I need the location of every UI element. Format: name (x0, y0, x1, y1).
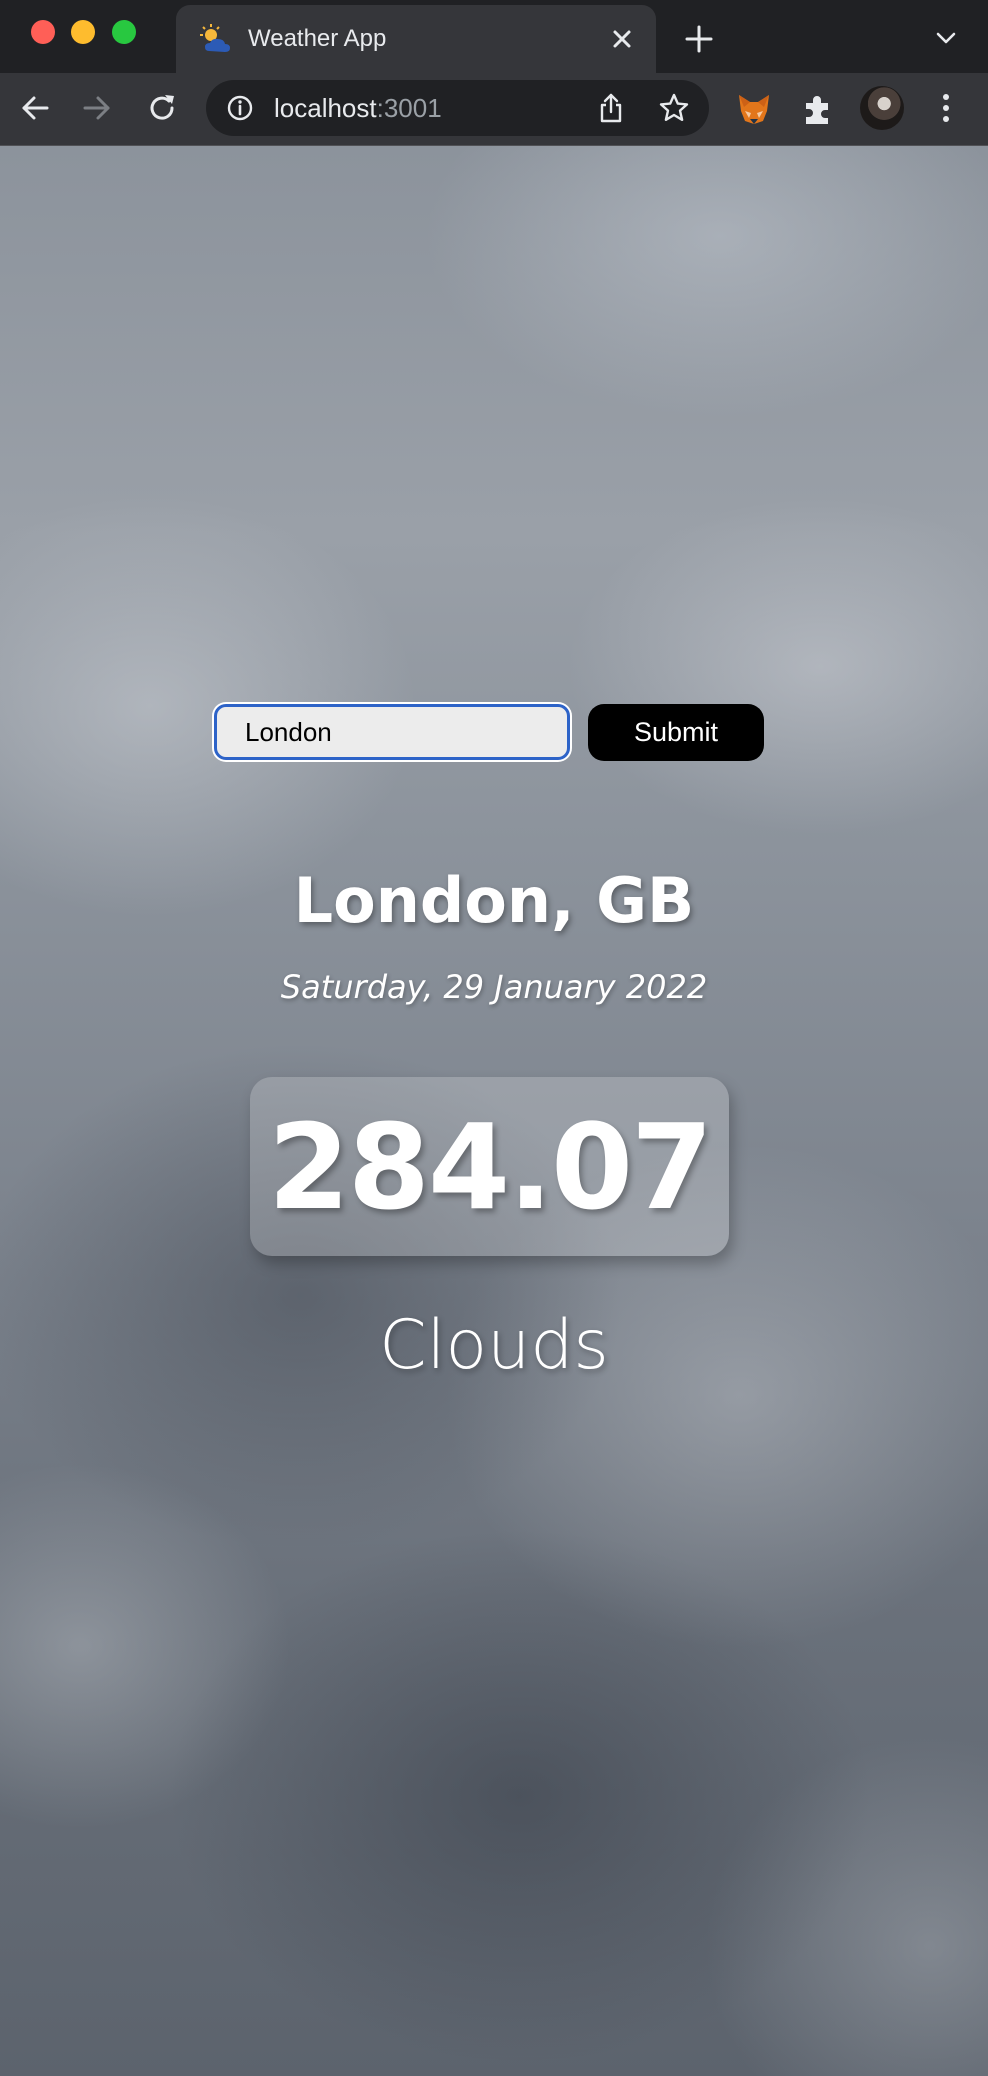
weather-sun-cloud-icon (200, 24, 230, 52)
maximize-window-button[interactable] (112, 20, 136, 44)
reload-icon[interactable] (145, 91, 179, 125)
url-host: localhost (274, 93, 377, 123)
browser-window: Weather App localhost:3001 London Submit… (0, 0, 988, 2076)
address-bar[interactable]: localhost:3001 (206, 80, 709, 136)
weather-page: Submit London, GB Saturday, 29 January 2… (0, 146, 988, 2076)
submit-button[interactable]: Submit (588, 704, 764, 761)
temperature-card: 284.07 (250, 1077, 729, 1256)
url-text: localhost:3001 (274, 93, 442, 124)
temperature-value: 284.07 (267, 1098, 713, 1236)
forward-arrow-icon[interactable] (80, 91, 114, 125)
tab-weather-app[interactable]: Weather App (176, 5, 656, 73)
profile-avatar[interactable] (860, 86, 904, 130)
info-icon[interactable] (226, 94, 254, 122)
fox-extension-icon[interactable] (736, 91, 772, 127)
close-icon[interactable] (608, 25, 636, 53)
browser-toolbar: localhost:3001 (0, 73, 988, 146)
share-icon[interactable] (596, 92, 626, 124)
location-heading: London, GB (293, 864, 695, 937)
star-icon[interactable] (658, 92, 690, 124)
tab-title: Weather App (248, 25, 387, 52)
date-text: Saturday, 29 January 2022 (280, 968, 708, 1006)
close-window-button[interactable] (31, 20, 55, 44)
city-search-input[interactable] (214, 704, 570, 760)
new-tab-plus-icon[interactable] (684, 24, 714, 54)
kebab-menu-icon[interactable] (930, 90, 962, 126)
back-arrow-icon[interactable] (18, 91, 52, 125)
url-port: :3001 (376, 93, 442, 123)
puzzle-icon[interactable] (800, 91, 836, 127)
search-form: Submit (214, 704, 764, 764)
weather-condition: Clouds (379, 1306, 609, 1385)
minimize-window-button[interactable] (71, 20, 95, 44)
tab-strip: Weather App (0, 0, 988, 73)
chevron-down-icon[interactable] (934, 26, 958, 50)
